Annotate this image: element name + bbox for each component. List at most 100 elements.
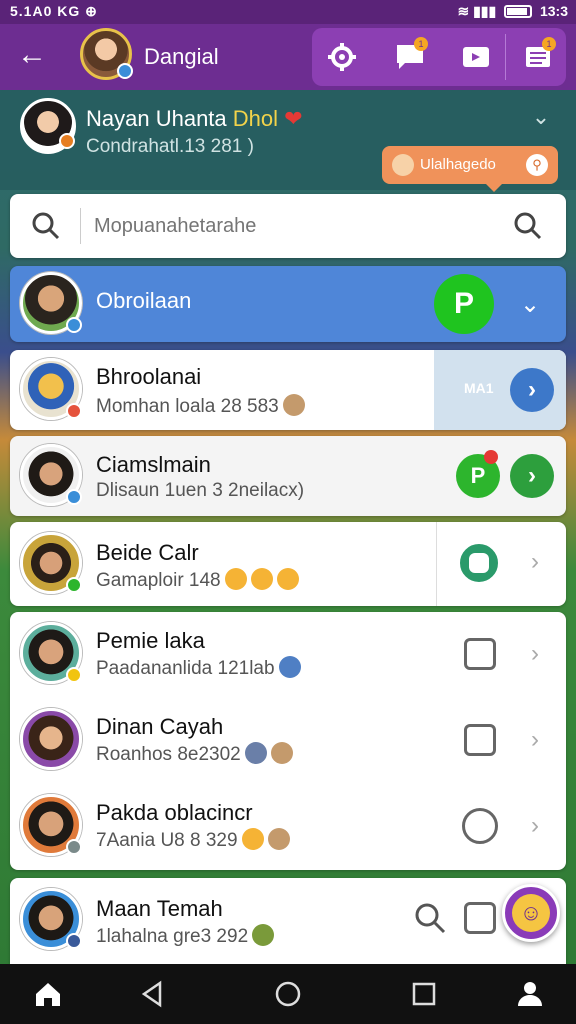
list-item[interactable]: Obroilaan P ⌄ [10,266,566,342]
list-item[interactable]: Ciamslmain Dlisaun 1uen 3 2neilacx) P › [10,436,566,516]
smile-emoji-icon [276,568,299,590]
chevron-right-icon[interactable]: › [510,454,554,498]
list-item-name: Bhroolanai [96,364,202,389]
list-item-subtitle-text: Roanhos 8e2302 [96,744,241,765]
clock: 13:3 [539,3,568,19]
call-icon[interactable]: P [434,274,494,334]
status-badge-icon [66,317,82,333]
profile-subtitle: Condrahatl.13 281 ) [86,136,254,157]
status-left-text: 5.1A0 KG ⊕ [10,3,98,19]
video-icon[interactable] [456,37,496,77]
list-item-name: Beide Calr [96,540,199,565]
note-icon[interactable] [464,902,496,934]
chevron-down-icon[interactable]: ⌄ [515,290,545,319]
avatar[interactable] [20,532,82,594]
profile-header: Nayan Uhanta Dhol ❤ Condrahatl.13 281 ) … [0,90,576,192]
toolbar-divider [505,34,506,80]
avatar[interactable] [20,622,82,684]
search-icon[interactable] [412,900,448,936]
avatar[interactable] [20,888,82,950]
system-nav-bar [0,964,576,1024]
list-item-name: Pakda oblacincr [96,800,253,825]
globe-emoji-icon [244,742,267,764]
note-icon[interactable] [464,638,496,670]
settings-gear-icon[interactable] [322,37,362,77]
inbox-badge: 1 [542,37,556,51]
status-badge-icon [66,403,82,419]
status-badge-icon [66,489,82,505]
list-item[interactable]: Dinan Cayah Roanhos 8e2302 › [10,698,566,784]
search-input[interactable] [94,212,494,240]
avatar[interactable] [20,794,82,856]
search-submit-icon[interactable] [512,210,544,242]
chevron-right-icon[interactable]: › [520,548,550,576]
row-divider [436,522,437,606]
note-icon[interactable] [464,724,496,756]
list-item-name: Pemie laka [96,628,205,653]
list-item[interactable]: Maan Temah 1lahalna gre3 292 [10,878,566,964]
avatar[interactable] [20,272,82,334]
profile-name-highlight: Dhol [232,106,279,131]
list-item-name: Dinan Cayah [96,714,224,739]
unread-badge [484,450,498,464]
avatar[interactable] [80,28,133,80]
status-right: ≋ ▮▮▮ 13:3 [457,3,568,20]
chevron-right-icon[interactable]: › [520,640,550,668]
inbox-list-icon[interactable]: 1 [518,37,558,77]
tooltip-banner[interactable]: Ulalhagedo ⚲ [382,146,558,192]
contacts-icon[interactable] [514,978,546,1010]
chat-notification-icon[interactable]: 1 [390,37,430,77]
toolbar-actions: 1 1 [312,28,566,86]
chevron-right-icon[interactable]: › [520,726,550,754]
avatar[interactable] [20,444,82,506]
profile-name: Nayan Uhanta Dhol ❤ [86,106,303,132]
list-item-subtitle-text: Momhan loala 28 583 [96,396,279,417]
tooltip-avatar-icon [392,154,414,176]
back-triangle-icon[interactable] [136,978,168,1010]
smile-emoji-icon [241,828,264,850]
clock-icon[interactable] [462,808,498,844]
search-icon[interactable] [30,210,62,242]
cookie-emoji-icon [267,828,290,850]
chevron-down-icon[interactable]: ⌄ [526,104,556,130]
avatar[interactable] [20,708,82,770]
emoji-fab-button[interactable]: ☺ [502,884,560,942]
chat-bubble-icon[interactable] [460,544,498,582]
list-item-subtitle-text: Paadananlida 121lab [96,658,275,679]
list-item[interactable]: Beide Calr Gamaploir 148 › [10,522,566,606]
status-badge-icon [66,577,82,593]
profile-avatar[interactable] [20,98,76,154]
list-item-subtitle: Dlisaun 1uen 3 2neilacx) [96,480,305,501]
list-item[interactable]: Pemie laka Paadananlida 121lab › [10,612,566,698]
list-item[interactable]: Pakda oblacincr 7Aania U8 8 329 › [10,784,566,870]
globe-emoji-icon [278,656,301,678]
battery-icon [504,5,533,18]
home-circle-icon[interactable] [272,978,304,1010]
tooltip-text: Ulalhagedo [420,156,496,173]
notification-badge: 1 [414,37,428,51]
list-item-subtitle: Paadananlida 121lab [96,656,301,680]
back-arrow-icon[interactable]: ← [14,38,50,74]
status-bar: 5.1A0 KG ⊕ ≋ ▮▮▮ 13:3 [0,0,576,24]
search-bar [10,194,566,258]
search-divider [80,208,81,244]
status-badge-icon [66,839,82,855]
chip-label: MA1 [464,380,494,396]
online-badge-icon [117,63,133,79]
wifi-icon: ≋ [457,3,470,19]
list-item-name: Maan Temah [96,896,223,921]
list-item-name: Obroilaan [96,288,192,313]
globe-emoji-icon [252,924,275,946]
home-icon[interactable] [32,978,64,1010]
list-item-subtitle: Roanhos 8e2302 [96,742,293,766]
status-badge-icon [66,933,82,949]
tooltip-search-icon[interactable]: ⚲ [526,154,548,176]
status-badge-icon [66,667,82,683]
avatar[interactable] [20,358,82,420]
list-item-subtitle: 7Aania U8 8 329 [96,828,290,852]
list-item-name: Ciamslmain [96,452,211,477]
list-item[interactable]: Bhroolanai Momhan loala 28 583 MA1 › [10,350,566,430]
recents-square-icon[interactable] [408,978,440,1010]
chevron-right-icon[interactable]: › [520,812,550,840]
chevron-right-icon[interactable]: › [510,368,554,412]
